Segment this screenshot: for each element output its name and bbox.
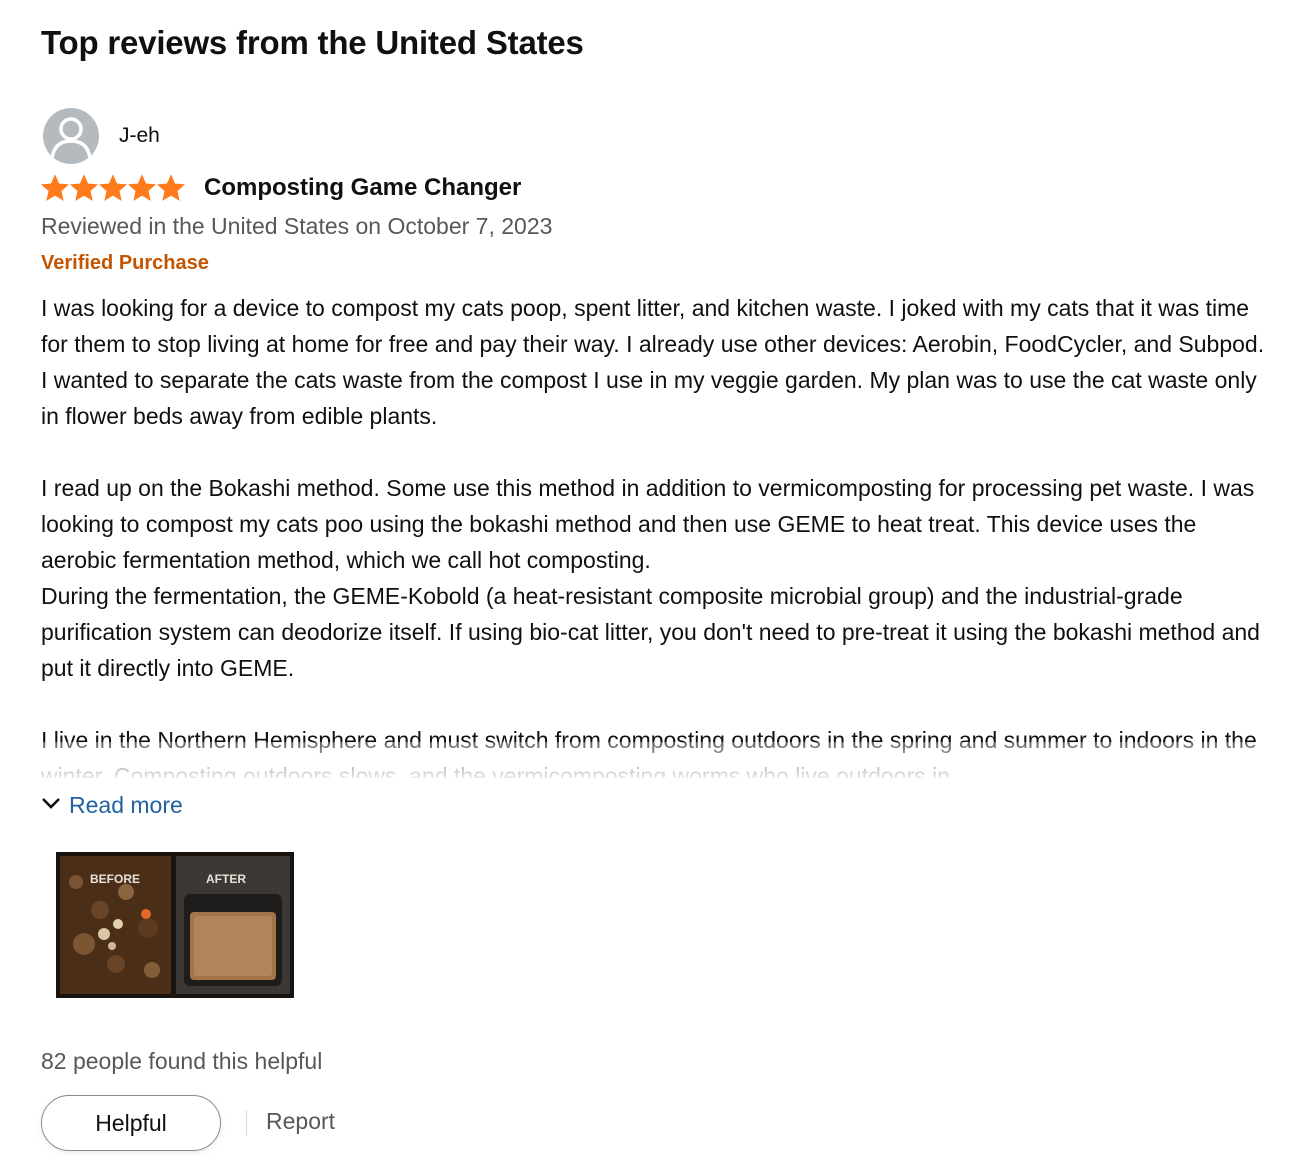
read-more-link[interactable]: Read more xyxy=(41,792,183,819)
reviewer-name: J-eh xyxy=(119,124,160,147)
verified-purchase-badge: Verified Purchase xyxy=(41,252,209,274)
report-link[interactable]: Report xyxy=(266,1108,335,1135)
star-icon xyxy=(128,174,156,201)
star-icon xyxy=(41,174,69,201)
before-label: BEFORE xyxy=(90,872,140,886)
star-icon xyxy=(157,174,185,201)
chevron-down-icon xyxy=(41,796,61,815)
text-fade-overlay xyxy=(41,742,1271,778)
review-title[interactable]: Composting Game Changer xyxy=(204,174,521,202)
helpful-button[interactable]: Helpful xyxy=(41,1095,221,1151)
read-more-label: Read more xyxy=(69,792,183,818)
review-date: Reviewed in the United States on October… xyxy=(41,213,553,239)
divider xyxy=(246,1110,247,1136)
star-rating[interactable] xyxy=(41,174,186,202)
review-paragraph: I was looking for a device to compost my… xyxy=(41,295,1265,429)
reviewer-profile[interactable]: J-eh xyxy=(43,108,160,164)
after-label: AFTER xyxy=(206,872,246,886)
review-paragraph: During the fermentation, the GEME-Kobold… xyxy=(41,583,1260,681)
star-icon xyxy=(99,174,127,201)
section-title: Top reviews from the United States xyxy=(41,24,584,61)
default-profile-avatar-icon xyxy=(43,108,99,164)
review-image-thumbnail[interactable]: BEFORE AFTER xyxy=(56,852,294,998)
helpful-count: 82 people found this helpful xyxy=(41,1048,323,1074)
star-icon xyxy=(70,174,98,201)
rating-row: Composting Game Changer xyxy=(41,174,521,202)
review-body: I was looking for a device to compost my… xyxy=(41,290,1271,778)
review-paragraph: I read up on the Bokashi method. Some us… xyxy=(41,475,1255,573)
